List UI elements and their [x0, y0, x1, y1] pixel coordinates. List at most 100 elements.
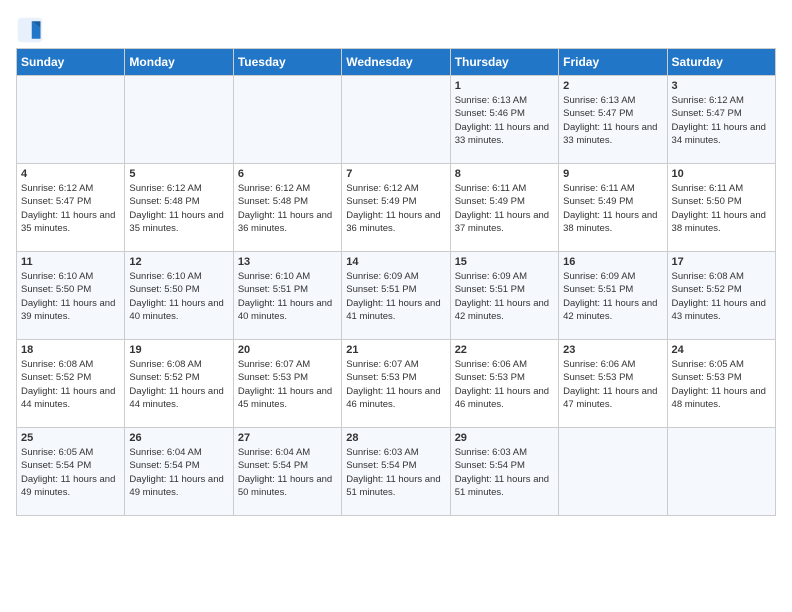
day-info: Sunrise: 6:04 AM Sunset: 5:54 PM Dayligh… [238, 446, 337, 499]
day-number: 2 [563, 80, 662, 92]
calendar-cell: 27 Sunrise: 6:04 AM Sunset: 5:54 PM Dayli… [233, 428, 341, 516]
calendar-cell [667, 428, 775, 516]
day-number: 24 [672, 344, 771, 356]
calendar-cell: 18 Sunrise: 6:08 AM Sunset: 5:52 PM Dayli… [17, 340, 125, 428]
day-number: 28 [346, 432, 445, 444]
day-info: Sunrise: 6:08 AM Sunset: 5:52 PM Dayligh… [21, 358, 120, 411]
calendar-cell: 10 Sunrise: 6:11 AM Sunset: 5:50 PM Dayli… [667, 164, 775, 252]
logo [16, 16, 48, 44]
calendar-cell: 11Sunrise: 6:10 AM Sunset: 5:50 PM Dayli… [17, 252, 125, 340]
day-info: Sunrise: 6:06 AM Sunset: 5:53 PM Dayligh… [563, 358, 662, 411]
calendar-cell: 26 Sunrise: 6:04 AM Sunset: 5:54 PM Dayli… [125, 428, 233, 516]
day-info: Sunrise: 6:07 AM Sunset: 5:53 PM Dayligh… [238, 358, 337, 411]
calendar-body: 1 Sunrise: 6:13 AM Sunset: 5:46 PM Daylig… [17, 76, 776, 516]
day-info: Sunrise: 6:10 AM Sunset: 5:50 PM Dayligh… [129, 270, 228, 323]
calendar-cell [125, 76, 233, 164]
day-number: 20 [238, 344, 337, 356]
day-number: 19 [129, 344, 228, 356]
calendar-cell: 5 Sunrise: 6:12 AM Sunset: 5:48 PM Daylig… [125, 164, 233, 252]
day-info: Sunrise: 6:03 AM Sunset: 5:54 PM Dayligh… [455, 446, 554, 499]
calendar-cell: 1 Sunrise: 6:13 AM Sunset: 5:46 PM Daylig… [450, 76, 558, 164]
day-number: 23 [563, 344, 662, 356]
day-info: Sunrise: 6:11 AM Sunset: 5:49 PM Dayligh… [563, 182, 662, 235]
calendar-cell: 22 Sunrise: 6:06 AM Sunset: 5:53 PM Dayli… [450, 340, 558, 428]
calendar-cell: 17 Sunrise: 6:08 AM Sunset: 5:52 PM Dayli… [667, 252, 775, 340]
calendar-cell: 21Sunrise: 6:07 AM Sunset: 5:53 PM Dayli… [342, 340, 450, 428]
day-number: 15 [455, 256, 554, 268]
calendar-cell: 20 Sunrise: 6:07 AM Sunset: 5:53 PM Dayli… [233, 340, 341, 428]
calendar-table: SundayMondayTuesdayWednesdayThursdayFrid… [16, 48, 776, 516]
day-info: Sunrise: 6:13 AM Sunset: 5:47 PM Dayligh… [563, 94, 662, 147]
day-info: Sunrise: 6:12 AM Sunset: 5:47 PM Dayligh… [672, 94, 771, 147]
day-number: 10 [672, 168, 771, 180]
day-info: Sunrise: 6:09 AM Sunset: 5:51 PM Dayligh… [563, 270, 662, 323]
column-header-wednesday: Wednesday [342, 49, 450, 76]
day-number: 18 [21, 344, 120, 356]
day-number: 29 [455, 432, 554, 444]
calendar-cell [342, 76, 450, 164]
day-info: Sunrise: 6:12 AM Sunset: 5:47 PM Dayligh… [21, 182, 120, 235]
day-number: 5 [129, 168, 228, 180]
day-number: 17 [672, 256, 771, 268]
calendar-cell: 25 Sunrise: 6:05 AM Sunset: 5:54 PM Dayli… [17, 428, 125, 516]
day-info: Sunrise: 6:04 AM Sunset: 5:54 PM Dayligh… [129, 446, 228, 499]
day-number: 11 [21, 256, 120, 268]
calendar-cell: 12 Sunrise: 6:10 AM Sunset: 5:50 PM Dayli… [125, 252, 233, 340]
calendar-cell: 4 Sunrise: 6:12 AM Sunset: 5:47 PM Daylig… [17, 164, 125, 252]
calendar-cell: 19 Sunrise: 6:08 AM Sunset: 5:52 PM Dayli… [125, 340, 233, 428]
week-row-3: 11 Sunrise: 6:10 AM Sunset: 5:50 PM Dayli… [17, 252, 776, 340]
week-row-1: 1 Sunrise: 6:13 AM Sunset: 5:46 PM Daylig… [17, 76, 776, 164]
day-info: Sunrise: 6:03 AM Sunset: 5:54 PM Dayligh… [346, 446, 445, 499]
calendar-cell: 14 Sunrise: 6:09 AM Sunset: 5:51 PM Dayli… [342, 252, 450, 340]
day-number: 14 [346, 256, 445, 268]
day-info: Sunrise: 6:05 AM Sunset: 5:53 PM Dayligh… [672, 358, 771, 411]
day-number: 4 [21, 168, 120, 180]
calendar-cell [17, 76, 125, 164]
day-info: Sunrise: 6:11 AM Sunset: 5:49 PM Dayligh… [455, 182, 554, 235]
calendar-cell: 24 Sunrise: 6:05 AM Sunset: 5:53 PM Dayli… [667, 340, 775, 428]
column-header-friday: Friday [559, 49, 667, 76]
column-header-sunday: Sunday [17, 49, 125, 76]
day-number: 3 [672, 80, 771, 92]
day-number: 8 [455, 168, 554, 180]
calendar-cell [233, 76, 341, 164]
calendar-cell: 15 Sunrise: 6:09 AM Sunset: 5:51 PM Dayli… [450, 252, 558, 340]
column-header-saturday: Saturday [667, 49, 775, 76]
day-info: Sunrise: 6:12 AM Sunset: 5:48 PM Dayligh… [238, 182, 337, 235]
week-row-5: 25 Sunrise: 6:05 AM Sunset: 5:54 PM Dayli… [17, 428, 776, 516]
calendar-cell: 6Sunrise: 6:12 AM Sunset: 5:48 PM Daylig… [233, 164, 341, 252]
calendar-cell [559, 428, 667, 516]
column-header-tuesday: Tuesday [233, 49, 341, 76]
column-header-thursday: Thursday [450, 49, 558, 76]
day-info: Sunrise: 6:08 AM Sunset: 5:52 PM Dayligh… [129, 358, 228, 411]
calendar-cell: 16 Sunrise: 6:09 AM Sunset: 5:51 PM Dayli… [559, 252, 667, 340]
column-headers-row: SundayMondayTuesdayWednesdayThursdayFrid… [17, 49, 776, 76]
day-number: 16 [563, 256, 662, 268]
day-info: Sunrise: 6:13 AM Sunset: 5:46 PM Dayligh… [455, 94, 554, 147]
day-number: 22 [455, 344, 554, 356]
day-number: 27 [238, 432, 337, 444]
day-info: Sunrise: 6:06 AM Sunset: 5:53 PM Dayligh… [455, 358, 554, 411]
day-info: Sunrise: 6:09 AM Sunset: 5:51 PM Dayligh… [455, 270, 554, 323]
calendar-cell: 8 Sunrise: 6:11 AM Sunset: 5:49 PM Daylig… [450, 164, 558, 252]
calendar-cell: 13 Sunrise: 6:10 AM Sunset: 5:51 PM Dayli… [233, 252, 341, 340]
day-number: 21 [346, 344, 445, 356]
day-number: 1 [455, 80, 554, 92]
day-info: Sunrise: 6:11 AM Sunset: 5:50 PM Dayligh… [672, 182, 771, 235]
week-row-2: 4 Sunrise: 6:12 AM Sunset: 5:47 PM Daylig… [17, 164, 776, 252]
day-number: 25 [21, 432, 120, 444]
day-number: 9 [563, 168, 662, 180]
day-info: Sunrise: 6:12 AM Sunset: 5:48 PM Dayligh… [129, 182, 228, 235]
calendar-cell: 23 Sunrise: 6:06 AM Sunset: 5:53 PM Dayli… [559, 340, 667, 428]
calendar-cell: 3 Sunrise: 6:12 AM Sunset: 5:47 PM Daylig… [667, 76, 775, 164]
day-info: Sunrise: 6:05 AM Sunset: 5:54 PM Dayligh… [21, 446, 120, 499]
calendar-cell: 9 Sunrise: 6:11 AM Sunset: 5:49 PM Daylig… [559, 164, 667, 252]
day-info: Sunrise: 6:08 AM Sunset: 5:52 PM Dayligh… [672, 270, 771, 323]
day-number: 26 [129, 432, 228, 444]
calendar-cell: 2 Sunrise: 6:13 AM Sunset: 5:47 PM Daylig… [559, 76, 667, 164]
day-info: Sunrise: 6:09 AM Sunset: 5:51 PM Dayligh… [346, 270, 445, 323]
day-info: Sunrise: 6:10 AM Sunset: 5:51 PM Dayligh… [238, 270, 337, 323]
column-header-monday: Monday [125, 49, 233, 76]
day-number: 13 [238, 256, 337, 268]
day-number: 12 [129, 256, 228, 268]
